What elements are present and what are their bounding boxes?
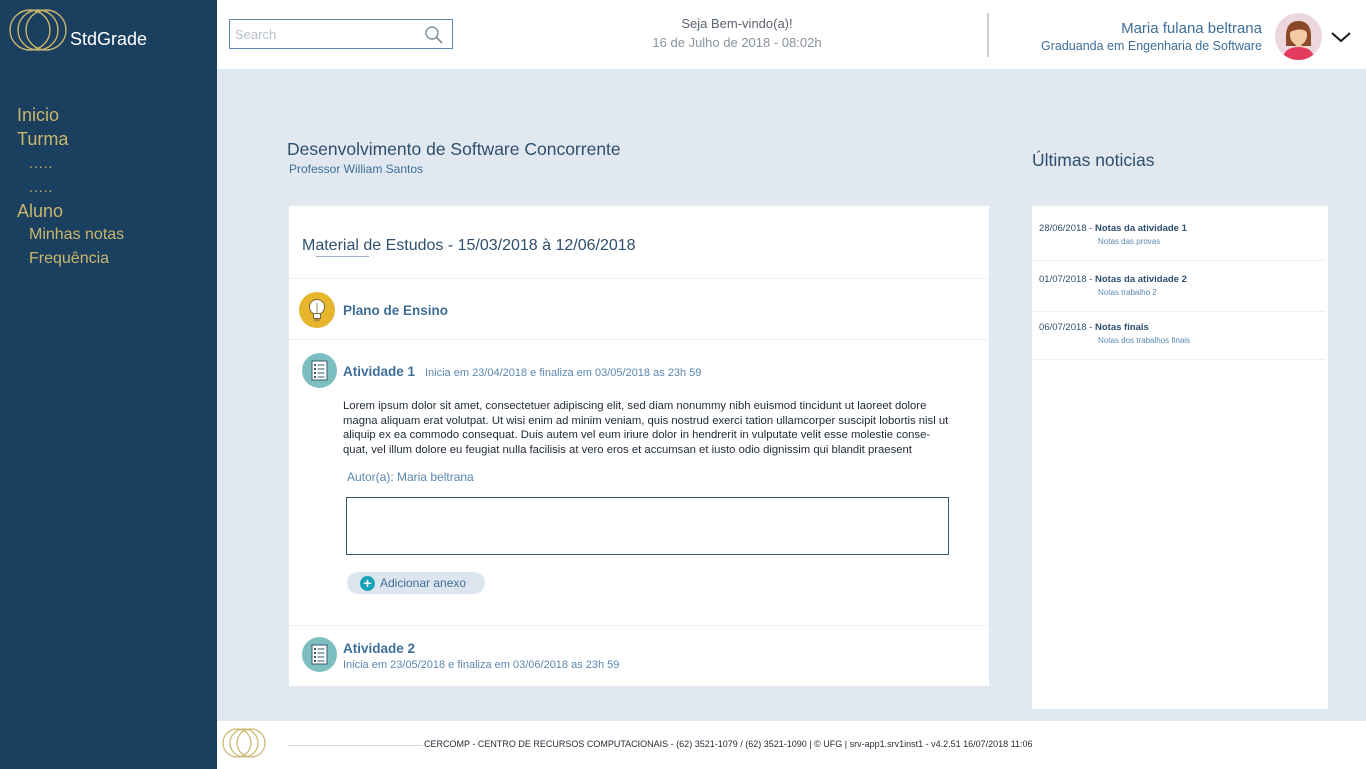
news-title: Notas finais xyxy=(1095,322,1149,333)
search-input[interactable] xyxy=(230,20,420,48)
plano-de-ensino-link[interactable]: Plano de Ensino xyxy=(343,303,448,318)
sidebar-nav: Inicio Turma ..... ..... Aluno Minhas no… xyxy=(17,103,124,271)
activity-2-dates: Inicia em 23/05/2018 e finaliza em 03/06… xyxy=(343,659,620,671)
avatar-icon xyxy=(1282,21,1315,60)
sidebar-item-aluno[interactable]: Aluno xyxy=(17,199,124,223)
user-role: Graduanda em Engenharia de Software xyxy=(1041,39,1262,53)
divider xyxy=(289,625,989,626)
news-date: 06/07/2018 - xyxy=(1039,322,1095,333)
material-title: Material de Estudos - 15/03/2018 à 12/06… xyxy=(302,237,636,254)
welcome-block: Seja Bem-vindo(a)! 16 de Julho de 2018 -… xyxy=(637,14,837,52)
footer-text: CERCOMP - CENTRO DE RECURSOS COMPUTACION… xyxy=(424,739,1033,749)
welcome-text: Seja Bem-vindo(a)! xyxy=(681,16,793,31)
checklist-icon[interactable] xyxy=(302,353,337,388)
add-attachment-label: Adicionar anexo xyxy=(380,576,467,590)
news-item-heading: 28/06/2018 - Notas da atividade 1 xyxy=(1039,223,1187,234)
news-date: 28/06/2018 - xyxy=(1039,223,1095,234)
activity-1-dates: Inicia em 23/04/2018 e finaliza em 03/05… xyxy=(425,367,702,379)
news-subtitle: Notas trabalho 2 xyxy=(1098,288,1157,297)
news-heading: Últimas noticias xyxy=(1032,150,1155,170)
news-title: Notas da atividade 2 xyxy=(1095,274,1187,285)
current-datetime: 16 de Julho de 2018 - 08:02h xyxy=(652,35,822,50)
add-attachment-button[interactable]: + Adicionar anexo xyxy=(347,572,485,594)
rings-logo-icon[interactable] xyxy=(8,8,70,52)
activity-1-response-box xyxy=(346,497,949,555)
sidebar-subitem-turma-1[interactable]: ..... xyxy=(17,151,124,175)
search-box xyxy=(229,19,453,49)
news-subtitle: Notas das provas xyxy=(1098,237,1161,246)
sidebar-item-frequencia[interactable]: Frequência xyxy=(17,247,124,271)
news-item[interactable]: 28/06/2018 - Notas da atividade 1 Notas … xyxy=(1032,206,1325,261)
divider xyxy=(289,339,989,340)
lightbulb-icon[interactable] xyxy=(299,292,335,328)
activity-1-title[interactable]: Atividade 1 xyxy=(343,364,415,379)
rings-logo-icon xyxy=(222,728,266,758)
activity-1-description: Lorem ipsum dolor sit amet, consectetuer… xyxy=(343,400,949,456)
activity-1-author: Autor(a): Maria beltrana xyxy=(347,470,474,484)
news-date: 01/07/2018 - xyxy=(1039,274,1095,285)
sidebar: StdGrade Inicio Turma ..... ..... Aluno … xyxy=(0,0,217,769)
course-title: Desenvolvimento de Software Concorrente xyxy=(287,139,621,159)
news-item-heading: 01/07/2018 - Notas da atividade 2 xyxy=(1039,274,1187,285)
header-divider xyxy=(987,13,989,57)
sidebar-item-minhas-notas[interactable]: Minhas notas xyxy=(17,223,124,247)
top-header: Seja Bem-vindo(a)! 16 de Julho de 2018 -… xyxy=(217,0,1366,69)
user-name[interactable]: Maria fulana beltrana xyxy=(1041,20,1262,38)
user-info[interactable]: Maria fulana beltrana Graduanda em Engen… xyxy=(1041,20,1262,54)
news-item[interactable]: 01/07/2018 - Notas da atividade 2 Notas … xyxy=(1032,261,1325,312)
footer-divider xyxy=(288,745,423,746)
search-icon[interactable] xyxy=(424,25,444,45)
sidebar-subitem-turma-2[interactable]: ..... xyxy=(17,175,124,199)
response-textarea[interactable] xyxy=(347,498,948,554)
news-subtitle: Notas dos trabalhos finais xyxy=(1098,336,1191,345)
news-panel: 28/06/2018 - Notas da atividade 1 Notas … xyxy=(1032,206,1328,709)
study-material-panel: Material de Estudos - 15/03/2018 à 12/06… xyxy=(289,206,989,686)
activity-2-title[interactable]: Atividade 2 xyxy=(343,641,415,656)
news-item-heading: 06/07/2018 - Notas finais xyxy=(1039,322,1149,333)
news-item[interactable]: 06/07/2018 - Notas finais Notas dos trab… xyxy=(1032,312,1325,360)
news-title: Notas da atividade 1 xyxy=(1095,223,1187,234)
title-underline xyxy=(316,256,369,257)
footer: CERCOMP - CENTRO DE RECURSOS COMPUTACION… xyxy=(217,721,1366,769)
chevron-down-icon[interactable] xyxy=(1330,30,1352,44)
avatar[interactable] xyxy=(1275,13,1322,60)
checklist-icon[interactable] xyxy=(302,637,337,672)
plus-icon: + xyxy=(360,576,375,591)
brand-name[interactable]: StdGrade xyxy=(70,29,147,50)
sidebar-item-turma[interactable]: Turma xyxy=(17,127,124,151)
sidebar-item-inicio[interactable]: Inicio xyxy=(17,103,124,127)
divider xyxy=(289,278,989,279)
course-professor: Professor William Santos xyxy=(289,162,424,176)
